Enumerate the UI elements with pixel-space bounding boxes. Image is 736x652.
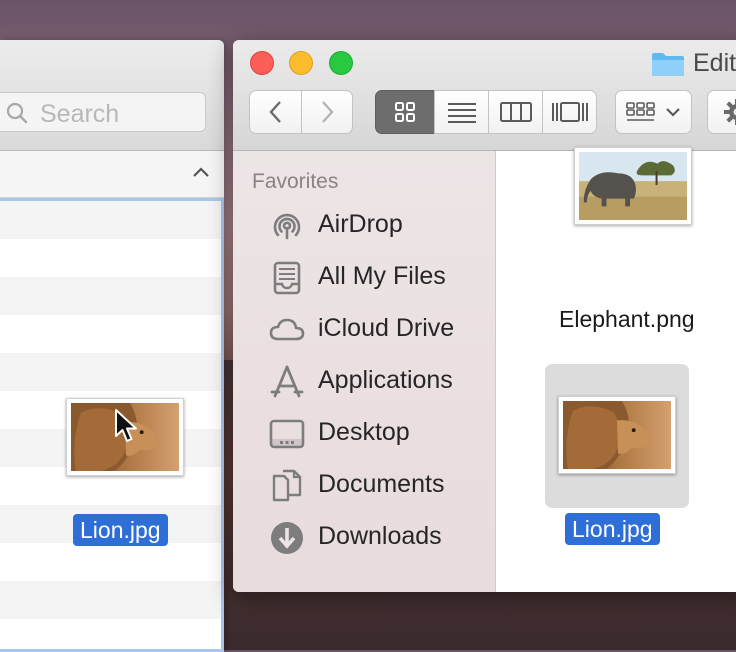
column-view-button[interactable]	[488, 90, 543, 134]
back-button[interactable]	[249, 90, 302, 134]
zoom-button[interactable]	[329, 51, 353, 75]
sidebar-item-documents[interactable]: Documents	[233, 462, 495, 510]
icon-view-button[interactable]	[375, 90, 435, 134]
back-window-toolbar: Search	[0, 40, 224, 151]
cloud-icon	[269, 312, 305, 348]
list-view-button[interactable]	[434, 90, 489, 134]
folder-icon	[651, 51, 685, 77]
lion-image	[563, 401, 671, 469]
search-field[interactable]: Search	[0, 92, 206, 132]
sidebar-item-desktop[interactable]: Desktop	[233, 410, 495, 458]
sidebar: Favorites AirDrop All My Files	[233, 151, 496, 592]
grid-arrange-icon	[625, 100, 683, 124]
magnifier-icon	[6, 102, 28, 124]
sidebar-item-label: All My Files	[318, 262, 446, 291]
desktop-icon	[269, 416, 305, 452]
elephant-image	[579, 152, 687, 220]
sidebar-item-label: Downloads	[318, 522, 442, 551]
file-name-lion[interactable]: Lion.jpg	[565, 513, 660, 545]
all-my-files-icon	[269, 260, 305, 296]
list-column-header[interactable]	[0, 151, 224, 198]
arrow-cursor-icon	[114, 408, 140, 444]
airdrop-icon	[269, 208, 305, 244]
arrange-button[interactable]	[615, 90, 692, 134]
sidebar-item-label: Applications	[318, 366, 453, 395]
sidebar-item-icloud-drive[interactable]: iCloud Drive	[233, 306, 495, 354]
chevron-left-icon	[267, 99, 285, 125]
sidebar-item-label: iCloud Drive	[318, 314, 454, 343]
title-bar: Edit	[233, 40, 736, 151]
chevron-up-icon[interactable]	[192, 165, 210, 179]
window-title-text: Edit	[693, 49, 736, 78]
sidebar-item-applications[interactable]: Applications	[233, 358, 495, 406]
forward-button[interactable]	[301, 90, 353, 134]
dragged-file-name[interactable]: Lion.jpg	[73, 514, 168, 546]
applications-icon	[269, 364, 305, 400]
file-name-elephant[interactable]: Elephant.png	[559, 306, 695, 333]
sidebar-item-label: Desktop	[318, 418, 410, 447]
elephant-thumbnail[interactable]	[574, 147, 692, 225]
list-view-icon	[447, 101, 477, 123]
sidebar-item-label: AirDrop	[318, 210, 403, 239]
close-button[interactable]	[250, 51, 274, 75]
sidebar-item-downloads[interactable]: Downloads	[233, 514, 495, 562]
column-view-icon	[500, 101, 532, 123]
back-finder-window: Search Lion.jpg	[0, 40, 224, 652]
downloads-icon	[269, 520, 305, 556]
search-placeholder: Search	[40, 100, 119, 129]
sidebar-section-favorites: Favorites	[252, 170, 338, 194]
icon-view-icon	[394, 101, 416, 123]
lion-thumbnail[interactable]	[558, 396, 676, 474]
chevron-right-icon	[318, 99, 336, 125]
cover-flow-view-button[interactable]	[542, 90, 597, 134]
documents-icon	[269, 468, 305, 504]
minimize-button[interactable]	[289, 51, 313, 75]
sidebar-item-label: Documents	[318, 470, 444, 499]
file-icon-grid[interactable]: Elephant.png Lion.jpg	[497, 151, 736, 592]
sidebar-item-all-my-files[interactable]: All My Files	[233, 254, 495, 302]
cover-flow-view-icon	[551, 100, 589, 124]
gear-icon	[723, 98, 736, 126]
sidebar-item-airdrop[interactable]: AirDrop	[233, 202, 495, 250]
action-button[interactable]	[707, 90, 736, 134]
front-finder-window: Edit	[233, 40, 736, 592]
